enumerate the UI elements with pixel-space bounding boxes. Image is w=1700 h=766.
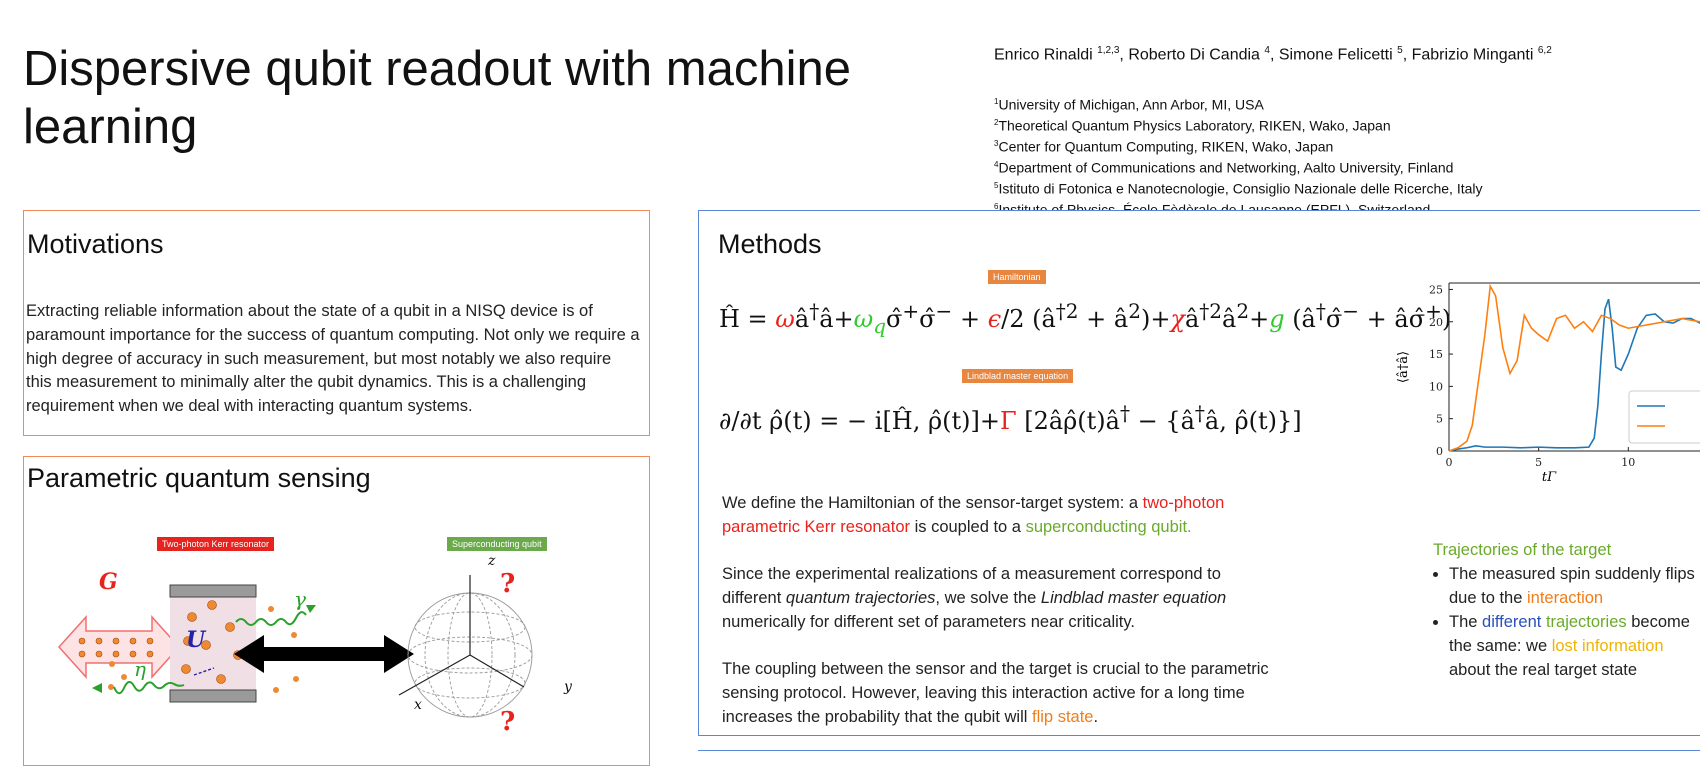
axis-z-label: z [488, 553, 496, 569]
author-affil-sup: 1,2,3 [1097, 45, 1120, 56]
author-affil-sup: 6,2 [1537, 45, 1552, 56]
trajectories-list: The measured spin suddenly flips due to … [1433, 562, 1700, 682]
sensing-panel: Parametric quantum sensing Two-photon Ke… [23, 456, 650, 766]
affiliation-list: 1University of Michigan, Ann Arbor, MI, … [994, 93, 1483, 219]
hamiltonian-equation: Ĥ = ωâ†â+ωqσ̂+σ̂− + ϵ/2 (â†2 + â2)+χâ†2â… [719, 299, 1452, 338]
trajectories-box: Trajectories of the target The measured … [1433, 538, 1700, 682]
x-axis-label: tΓ [1542, 470, 1557, 481]
legend-box [1628, 390, 1700, 444]
author-name: Enrico Rinaldi [994, 46, 1093, 64]
author-affil-sup: 4 [1264, 45, 1270, 56]
methods-paragraph-1: We define the Hamiltonian of the sensor-… [722, 494, 1225, 536]
loss-symbol: γ [294, 587, 306, 611]
y-tick-label: 5 [1436, 413, 1443, 426]
y-axis-label: ⟨â†â⟩ [1396, 351, 1411, 383]
sensing-title: Parametric quantum sensing [27, 463, 371, 493]
mirror-bottom [169, 689, 257, 703]
author-affil-sup: 5 [1397, 45, 1403, 56]
x-tick-label: 0 [1446, 456, 1453, 469]
y-tick-label: 0 [1436, 445, 1443, 458]
pump-arrow-icon [57, 615, 181, 679]
list-item: The measured spin suddenly flips due to … [1449, 562, 1700, 610]
nonlinearity-symbol: U [186, 627, 206, 653]
motivations-title: Motivations [27, 229, 164, 259]
x-tick-label: 5 [1535, 456, 1542, 469]
motivations-panel: Motivations Extracting reliable informat… [23, 210, 650, 436]
axis-y-label: y [564, 679, 572, 695]
poster-title: Dispersive qubit readout with machine le… [23, 40, 923, 156]
list-item: The different trajectories become the sa… [1449, 610, 1700, 682]
trajectory-chart: 0 5 10 15 20 25 0 5 10 tΓ ⟨â†â⟩ [1396, 282, 1700, 481]
title-line-2: learning [23, 100, 198, 154]
x-tick-label: 10 [1621, 456, 1635, 469]
lindblad-equation: ∂/∂t ρ̂(t) = − i[Ĥ, ρ̂(t)]+Γ [2âρ̂(t)â† … [719, 401, 1302, 435]
affiliation-item: 4Department of Communications and Networ… [994, 159, 1454, 176]
mirror-top [169, 584, 257, 598]
hamiltonian-tag: Hamiltonian [988, 270, 1046, 284]
unknown-state-bottom: ? [500, 707, 516, 737]
affiliation-item: 2Theoretical Quantum Physics Laboratory,… [994, 117, 1391, 134]
author-name: Simone Felicetti [1278, 46, 1393, 64]
coupling-arrow-icon [234, 635, 414, 673]
author-name: Fabrizio Minganti [1411, 46, 1534, 64]
pump-symbol: G [99, 569, 118, 595]
y-tick-label: 10 [1429, 380, 1443, 393]
author-list: Enrico Rinaldi 1,2,3, Roberto Di Candia … [994, 45, 1552, 64]
title-line-1: Dispersive qubit readout with machine [23, 42, 851, 96]
affiliation-item: 3Center for Quantum Computing, RIKEN, Wa… [994, 138, 1334, 155]
axis-x-label: x [414, 697, 422, 713]
unknown-state-top: ? [500, 569, 516, 599]
methods-title: Methods [718, 229, 822, 259]
methods-paragraph-3: The coupling between the sensor and the … [722, 660, 1269, 726]
affiliation-item: 1University of Michigan, Ann Arbor, MI, … [994, 96, 1264, 113]
trajectories-title: Trajectories of the target [1433, 541, 1612, 559]
affiliation-item: 5Istituto di Fotonica e Nanotecnologie, … [994, 180, 1483, 197]
lindblad-tag: Lindblad master equation [962, 369, 1074, 383]
y-tick-label: 20 [1429, 316, 1443, 329]
motivations-body: Extracting reliable information about th… [26, 302, 640, 416]
y-tick-label: 25 [1429, 283, 1443, 296]
author-name: Roberto Di Candia [1128, 46, 1260, 64]
eta-symbol: η [134, 657, 146, 681]
y-tick-label: 15 [1429, 348, 1443, 361]
methods-paragraph-2: Since the experimental realizations of a… [722, 565, 1227, 631]
methods-panel: Methods Hamiltonian Ĥ = ωâ†â+ωqσ̂+σ̂− + … [698, 210, 1700, 736]
